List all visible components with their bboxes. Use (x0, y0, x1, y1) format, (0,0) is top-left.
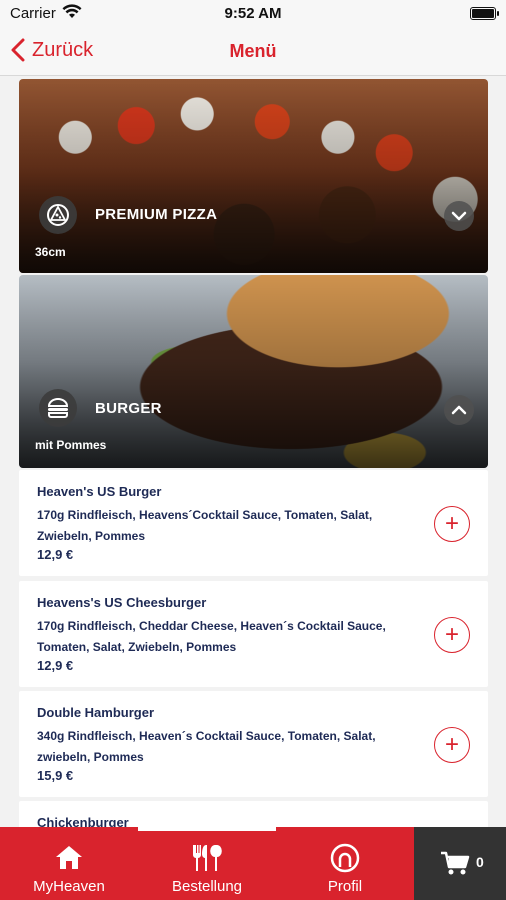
tab-profil[interactable]: Profil (276, 827, 414, 900)
plus-icon: + (444, 621, 459, 648)
menu-item[interactable]: Heavens's US Cheesburger 170g Rindfleisc… (19, 581, 488, 687)
tab-bar: MyHeaven Bestellung Profil 0 (0, 827, 506, 900)
chevron-down-icon[interactable] (444, 201, 474, 231)
chevron-up-icon[interactable] (444, 395, 474, 425)
category-title: PREMIUM PIZZA (95, 206, 218, 223)
plus-icon: + (444, 510, 459, 537)
item-name: Chickenburger (37, 815, 129, 827)
cart-count: 0 (476, 854, 484, 870)
tab-label: Bestellung (171, 878, 243, 895)
category-title: BURGER (95, 400, 162, 417)
item-price: 15,9 € (37, 768, 74, 783)
tab-label: MyHeaven (33, 878, 105, 895)
item-price: 12,9 € (37, 658, 74, 673)
item-description: 170g Rindfleisch, Heavens´Cocktail Sauce… (37, 508, 373, 543)
item-price: 12,9 € (37, 547, 74, 562)
tab-bestellung[interactable]: Bestellung (138, 827, 276, 900)
home-icon (56, 846, 82, 869)
item-name: Double Hamburger (37, 705, 155, 720)
add-item-button[interactable]: + (434, 617, 470, 653)
pizza-icon (39, 196, 77, 234)
category-card-burger[interactable]: BURGER mit Pommes (19, 275, 488, 468)
item-name: Heavens's US Cheesburger (37, 595, 207, 610)
navigation-bar: Zurück Menü (0, 28, 506, 76)
item-name: Heaven's US Burger (37, 484, 162, 499)
menu-item[interactable]: Heaven's US Burger 170g Rindfleisch, Hea… (19, 470, 488, 576)
category-subtitle: mit Pommes (35, 438, 107, 452)
menu-content: PREMIUM PIZZA 36cm BURGER mit Pommes Hea… (0, 77, 506, 827)
profile-icon (330, 843, 360, 873)
category-subtitle: 36cm (35, 245, 66, 259)
add-item-button[interactable]: + (434, 506, 470, 542)
burger-icon (39, 389, 77, 427)
battery-icon (470, 7, 499, 20)
page-title: Menü (229, 41, 277, 61)
cutlery-icon (193, 845, 222, 871)
item-description: 170g Rindfleisch, Cheddar Cheese, Heaven… (37, 619, 386, 654)
status-bar: Carrier 9:52 AM (0, 0, 506, 28)
cart-icon (441, 851, 470, 875)
menu-item[interactable]: Double Hamburger 340g Rindfleisch, Heave… (19, 691, 488, 797)
add-item-button[interactable]: + (434, 727, 470, 763)
cart-button[interactable]: 0 (414, 827, 506, 900)
category-card-pizza[interactable]: PREMIUM PIZZA 36cm (19, 79, 488, 273)
item-description: 340g Rindfleisch, Heaven´s Cocktail Sauc… (37, 729, 376, 764)
clock: 9:52 AM (224, 5, 282, 22)
plus-icon: + (444, 731, 459, 758)
menu-item[interactable]: Chickenburger (19, 801, 488, 827)
tab-myheaven[interactable]: MyHeaven (0, 827, 138, 900)
tab-label: Profil (327, 878, 363, 895)
